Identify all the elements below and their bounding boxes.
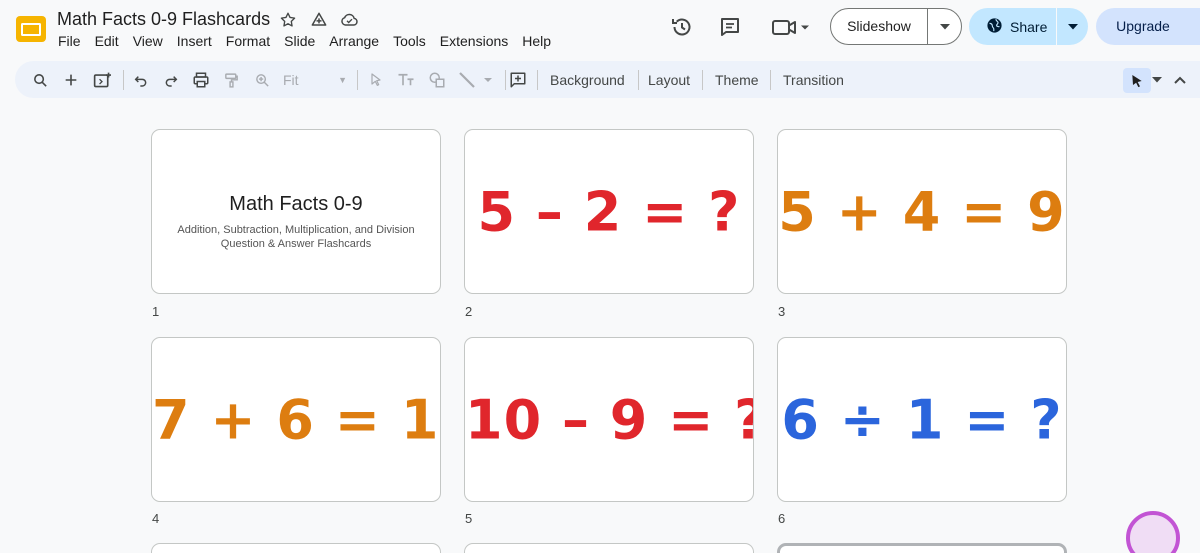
flashcard-equation: 6 ÷ 1 = ?: [781, 388, 1063, 451]
menu-view[interactable]: View: [126, 33, 170, 49]
share-label: Share: [1010, 18, 1048, 35]
slide-number: 6: [778, 511, 786, 526]
paint-format-icon[interactable]: [220, 69, 242, 91]
slide-thumbnail-7[interactable]: [151, 543, 441, 553]
toolbar-divider: [357, 70, 358, 90]
transition-button[interactable]: Transition: [783, 70, 844, 90]
slide-thumbnail-8[interactable]: [464, 543, 754, 553]
slide-number: 3: [778, 304, 786, 319]
slide-thumbnail-2[interactable]: 5 – 2 = ?: [464, 129, 754, 294]
menu-arrange[interactable]: Arrange: [322, 33, 386, 49]
subtitle-line-2: Question & Answer Flashcards: [220, 238, 372, 250]
text-box-icon[interactable]: [395, 69, 417, 91]
pointer-mode-icon[interactable]: [1123, 68, 1151, 93]
menu-file[interactable]: File: [51, 33, 88, 49]
shape-icon[interactable]: [426, 69, 448, 91]
menu-help[interactable]: Help: [515, 33, 558, 49]
layout-button[interactable]: Layout: [648, 70, 690, 90]
document-title[interactable]: Math Facts 0-9 Flashcards: [57, 9, 270, 30]
slide-title: Math Facts 0-9: [229, 193, 363, 215]
move-to-folder-icon[interactable]: [308, 9, 329, 30]
pointer-mode-dropdown-icon[interactable]: [1151, 69, 1163, 91]
slideshow-dropdown-icon[interactable]: [928, 23, 961, 30]
slideshow-button[interactable]: Slideshow: [830, 8, 962, 45]
star-icon[interactable]: [277, 9, 298, 30]
menu-slide[interactable]: Slide: [277, 33, 322, 49]
slide-thumbnail-1[interactable]: Math Facts 0-9 Addition, Subtraction, Mu…: [151, 129, 441, 294]
background-button[interactable]: Background: [550, 70, 625, 90]
toolbar-divider: [537, 70, 538, 90]
flashcard-equation: 10 – 9 = ?: [465, 388, 754, 451]
line-tool-icon[interactable]: [457, 69, 497, 91]
slide-number: 2: [465, 304, 473, 319]
undo-icon[interactable]: [130, 69, 152, 91]
new-slide-layout-icon[interactable]: [91, 69, 113, 91]
toolbar-divider: [505, 70, 506, 90]
select-tool-icon[interactable]: [365, 69, 387, 91]
comments-icon[interactable]: [716, 13, 744, 41]
new-slide-icon[interactable]: [60, 69, 82, 91]
slides-logo-icon[interactable]: [15, 14, 47, 46]
meet-call-icon[interactable]: [768, 13, 814, 41]
share-dropdown-icon[interactable]: [1057, 23, 1088, 30]
print-icon[interactable]: [190, 69, 212, 91]
zoom-select[interactable]: Fit ▼: [283, 70, 347, 90]
slideshow-label[interactable]: Slideshow: [831, 9, 928, 44]
upgrade-button[interactable]: Upgrade: [1096, 8, 1200, 45]
slide-thumbnail-6[interactable]: 6 ÷ 1 = ?: [777, 337, 1067, 502]
slide-thumbnail-3[interactable]: 5 + 4 = 9: [777, 129, 1067, 294]
menu-extensions[interactable]: Extensions: [433, 33, 515, 49]
click-indicator: [1126, 511, 1180, 553]
zoom-icon[interactable]: [251, 69, 273, 91]
slide-thumbnail-9[interactable]: [777, 543, 1067, 553]
version-history-icon[interactable]: [668, 13, 696, 41]
theme-button[interactable]: Theme: [715, 70, 759, 90]
toolbar-divider: [702, 70, 703, 90]
zoom-value: Fit: [283, 72, 299, 88]
search-icon[interactable]: [29, 69, 51, 91]
flashcard-equation: 7 + 6 = 13: [152, 388, 440, 451]
slide-number: 1: [152, 304, 160, 319]
zoom-dropdown-icon: ▼: [338, 75, 347, 85]
slide-thumbnail-5[interactable]: 10 – 9 = ?: [464, 337, 754, 502]
slide-subtitle: Addition, Subtraction, Multiplication, a…: [152, 223, 440, 251]
toolbar-divider: [638, 70, 639, 90]
add-comment-icon[interactable]: [507, 69, 529, 91]
toolbar-divider: [123, 70, 124, 90]
slide-number: 5: [465, 511, 473, 526]
globe-icon: [986, 17, 1003, 37]
flashcard-equation: 5 – 2 = ?: [477, 180, 741, 243]
app-header: Math Facts 0-9 Flashcards File Edit View…: [0, 0, 1200, 58]
menu-insert[interactable]: Insert: [170, 33, 219, 49]
toolbar-divider: [770, 70, 771, 90]
flashcard-equation: 5 + 4 = 9: [778, 180, 1066, 243]
menu-edit[interactable]: Edit: [88, 33, 126, 49]
menu-format[interactable]: Format: [219, 33, 277, 49]
menu-bar: File Edit View Insert Format Slide Arran…: [51, 33, 558, 49]
share-button[interactable]: Share: [969, 8, 1088, 45]
main-toolbar: Fit ▼ Background Layout Theme Transition: [15, 61, 1200, 98]
subtitle-line-1: Addition, Subtraction, Multiplication, a…: [177, 224, 415, 236]
redo-icon[interactable]: [160, 69, 182, 91]
slide-thumbnail-4[interactable]: 7 + 6 = 13: [151, 337, 441, 502]
cloud-saved-icon[interactable]: [339, 9, 360, 30]
menu-tools[interactable]: Tools: [386, 33, 433, 49]
collapse-toolbar-icon[interactable]: [1169, 69, 1191, 91]
slide-number: 4: [152, 511, 160, 526]
